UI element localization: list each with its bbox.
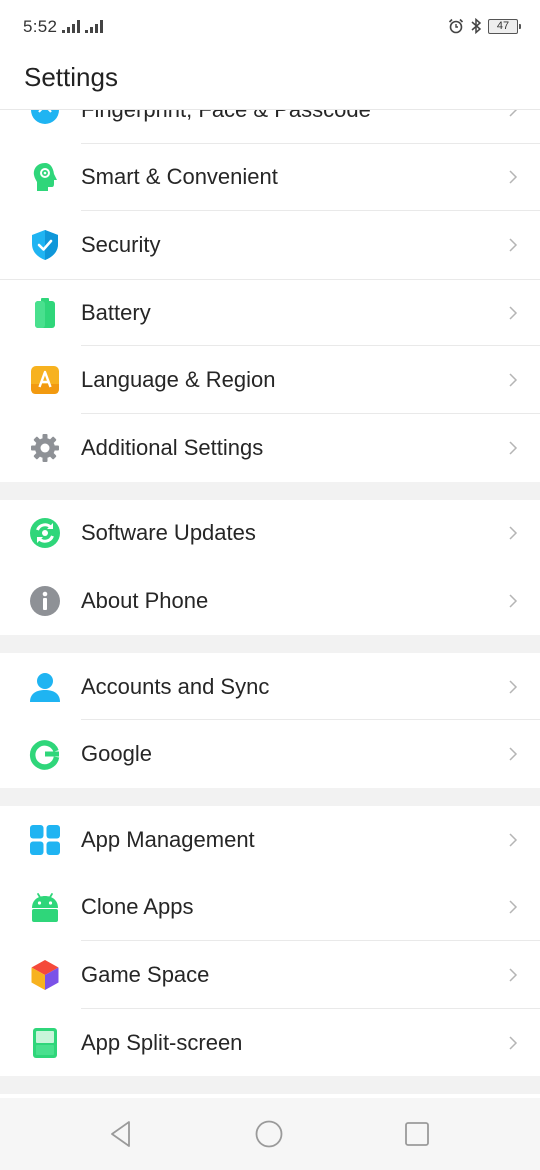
status-time: 5:52 [23, 17, 58, 36]
chevron-right-icon [509, 170, 518, 184]
shield-icon [32, 229, 58, 260]
app-grid-icon [30, 824, 60, 855]
settings-item-battery[interactable]: Battery [0, 278, 540, 347]
settings-item-label: Battery [81, 300, 151, 326]
settings-item-app-split-screen[interactable]: App Split-screen [0, 1008, 540, 1077]
chevron-right-icon [509, 110, 517, 117]
group-divider [0, 481, 540, 500]
settings-item-label: Software Updates [81, 520, 256, 546]
group-divider [0, 1076, 540, 1095]
google-icon [29, 740, 60, 770]
status-bar: 5:52 47 [0, 0, 540, 56]
split-screen-icon [33, 1027, 57, 1058]
game-cube-icon [31, 959, 59, 990]
settings-item-clone-apps[interactable]: Clone Apps [0, 873, 540, 942]
settings-item-game-space[interactable]: Game Space [0, 941, 540, 1009]
fingerprint-icon [31, 110, 59, 124]
chevron-right-icon [509, 900, 518, 914]
settings-item-label: Game Space [81, 961, 210, 987]
back-icon[interactable] [106, 1118, 138, 1150]
chevron-right-icon [509, 373, 518, 387]
settings-item-security[interactable]: Security [0, 211, 540, 279]
settings-item-label: About Phone [81, 587, 209, 613]
settings-item-label: Additional Settings [81, 434, 264, 460]
settings-item-label: Security [81, 231, 161, 257]
smart-head-icon [33, 163, 57, 192]
group-divider [0, 634, 540, 653]
group-divider [0, 787, 540, 806]
chevron-right-icon [509, 680, 518, 694]
signal-icon [85, 20, 103, 33]
settings-item-label: Language & Region [81, 367, 276, 393]
settings-item-google[interactable]: Google [0, 720, 540, 788]
chevron-right-icon [509, 968, 518, 982]
alarm-icon [448, 18, 464, 34]
settings-item-fingerprint[interactable]: Fingerprint, Face & Passcode [0, 110, 540, 144]
gear-icon [31, 433, 59, 462]
home-icon[interactable] [253, 1118, 285, 1150]
chevron-right-icon [509, 594, 518, 608]
battery-indicator: 47 [488, 18, 521, 34]
settings-item-app-management[interactable]: App Management [0, 805, 540, 874]
settings-item-software-updates[interactable]: Software Updates [0, 499, 540, 568]
recents-icon[interactable] [401, 1118, 433, 1150]
settings-item-label: App Management [81, 826, 255, 852]
chevron-right-icon [509, 1035, 518, 1050]
settings-item-label: App Split-screen [81, 1029, 243, 1055]
settings-item-about-phone[interactable]: About Phone [0, 567, 540, 635]
settings-item-label: Accounts and Sync [81, 673, 270, 699]
update-icon [30, 518, 60, 549]
chevron-right-icon [509, 526, 518, 540]
settings-list: Fingerprint, Face & Passcode Smart & Con… [0, 110, 540, 1095]
chevron-right-icon [509, 238, 518, 252]
settings-item-label: Smart & Convenient [81, 164, 278, 190]
settings-list-viewport[interactable]: Fingerprint, Face & Passcode Smart & Con… [0, 110, 540, 1098]
navigation-bar [0, 1098, 540, 1170]
page-title: Settings [24, 62, 118, 92]
settings-item-label: Clone Apps [81, 894, 194, 920]
info-icon [30, 585, 60, 616]
settings-item-smart-convenient[interactable]: Smart & Convenient [0, 143, 540, 212]
chevron-right-icon [509, 441, 518, 455]
signal-icon [62, 20, 80, 33]
settings-item-accounts-sync[interactable]: Accounts and Sync [0, 652, 540, 721]
settings-item-additional-settings[interactable]: Additional Settings [0, 413, 540, 482]
bluetooth-icon [471, 18, 482, 34]
android-icon [32, 893, 58, 923]
battery-icon [35, 298, 55, 329]
settings-item-language-region[interactable]: Language & Region [0, 346, 540, 414]
chevron-right-icon [509, 306, 518, 320]
language-a-icon [31, 366, 59, 395]
chevron-right-icon [509, 833, 518, 847]
person-icon [30, 672, 60, 702]
header: Settings [0, 56, 540, 110]
chevron-right-icon [509, 747, 518, 761]
settings-item-label: Google [81, 741, 152, 767]
settings-item-label: Fingerprint, Face & Passcode [81, 110, 371, 123]
